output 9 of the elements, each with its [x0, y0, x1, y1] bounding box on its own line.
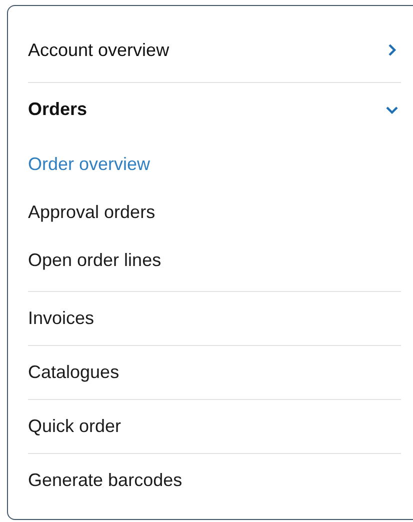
submenu-link[interactable]: Open order lines: [28, 236, 401, 284]
menu-group-header[interactable]: Orders: [28, 83, 401, 136]
menu-link[interactable]: Invoices: [28, 292, 401, 345]
menu-link[interactable]: Generate barcodes: [28, 454, 401, 507]
menu-link[interactable]: Catalogues: [28, 346, 401, 399]
submenu-link[interactable]: Approval orders: [28, 188, 401, 236]
menu-group-header[interactable]: Account overview: [28, 18, 401, 82]
menu-link[interactable]: Quick order: [28, 400, 401, 453]
submenu-link[interactable]: Order overview: [28, 140, 401, 188]
